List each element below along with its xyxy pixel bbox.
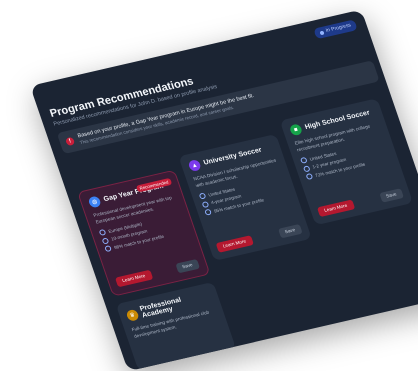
clock-icon	[201, 200, 210, 208]
screenshot-stage: In Progress Program Recommendations Pers…	[0, 0, 418, 371]
star-icon	[305, 173, 314, 181]
location-icon	[98, 229, 107, 237]
star-icon	[104, 245, 113, 253]
save-button[interactable]: Save	[174, 258, 201, 274]
clock-icon	[101, 237, 110, 245]
trophy-icon: ♛	[125, 308, 140, 322]
status-dot-icon	[319, 30, 325, 35]
learn-more-button[interactable]: Learn More	[215, 235, 254, 253]
globe-icon: ◍	[87, 195, 102, 209]
graduation-cap-icon: ▲	[187, 159, 202, 172]
save-button[interactable]: Save	[378, 188, 405, 203]
program-card-professional-academy[interactable]: ♛ Professional Academy Full-time trainin…	[115, 281, 237, 371]
clock-icon	[302, 165, 311, 173]
location-icon	[300, 157, 308, 165]
location-icon	[198, 192, 207, 200]
learn-more-button[interactable]: Learn More	[114, 269, 153, 288]
save-button[interactable]: Save	[277, 223, 303, 239]
school-icon: ■	[288, 123, 304, 137]
recommendations-panel: In Progress Program Recommendations Pers…	[30, 9, 418, 371]
status-badge-label: In Progress	[325, 22, 352, 34]
status-badge: In Progress	[313, 19, 358, 40]
info-icon: !	[64, 136, 76, 147]
star-icon	[204, 208, 213, 216]
learn-more-button[interactable]: Learn More	[316, 199, 355, 218]
